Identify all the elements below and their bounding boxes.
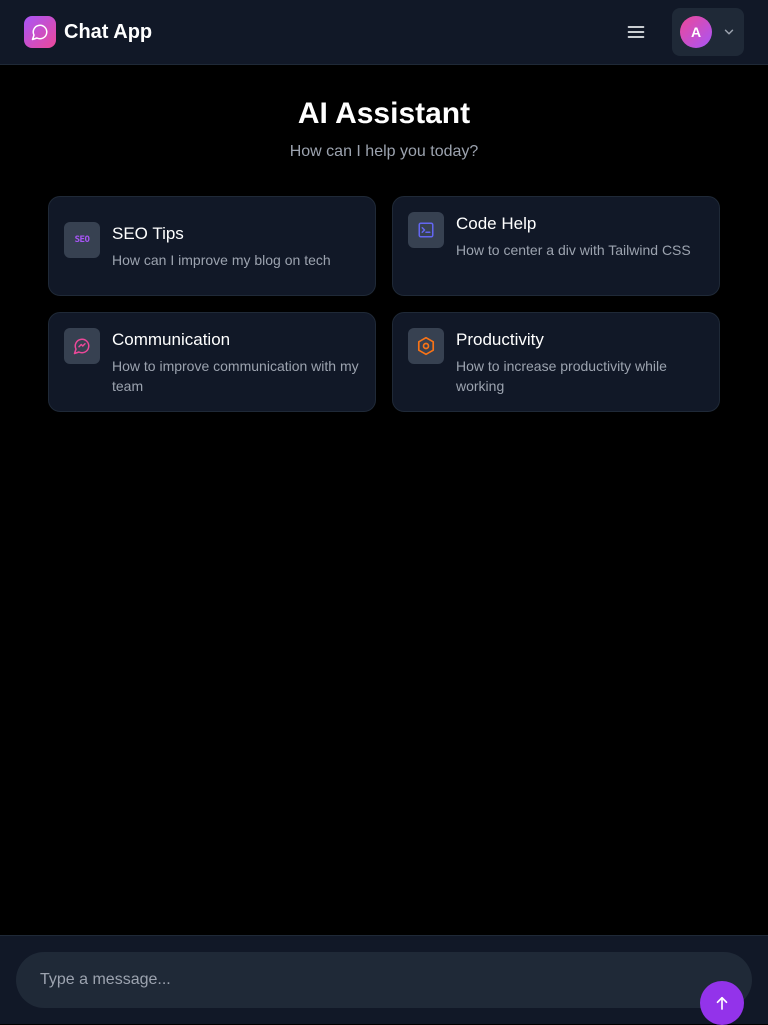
terminal-icon bbox=[408, 212, 444, 248]
app-title: Chat App bbox=[64, 20, 153, 43]
card-title: Communication bbox=[112, 330, 231, 349]
chevron-down-icon bbox=[722, 25, 736, 39]
card-description: How to increase productivity while worki… bbox=[456, 358, 667, 394]
arrow-up-icon bbox=[716, 996, 728, 1010]
send-button[interactable] bbox=[700, 981, 744, 1025]
message-icon bbox=[64, 328, 100, 364]
chat-bubble-icon bbox=[24, 16, 56, 48]
suggestion-card-code[interactable]: Code Help How to center a div with Tailw… bbox=[392, 196, 720, 296]
card-title: SEO Tips bbox=[112, 224, 184, 243]
page-title: AI Assistant bbox=[297, 97, 471, 130]
card-description: How can I improve my blog on tech bbox=[112, 252, 331, 268]
suggestion-card-communication[interactable]: Communication How to improve communicati… bbox=[48, 312, 376, 412]
hamburger-icon bbox=[627, 26, 645, 38]
seo-icon-label: SEO bbox=[74, 235, 90, 245]
seo-icon: SEO bbox=[64, 222, 100, 258]
top-bar: Chat App A bbox=[0, 0, 768, 65]
message-input[interactable] bbox=[16, 952, 752, 1008]
card-title: Code Help bbox=[456, 214, 537, 233]
suggestion-card-seo[interactable]: SEO SEO Tips How can I improve my blog o… bbox=[48, 196, 376, 296]
message-composer bbox=[0, 935, 768, 1025]
hexagon-icon bbox=[408, 328, 444, 364]
card-title: Productivity bbox=[456, 330, 544, 349]
suggestion-card-productivity[interactable]: Productivity How to increase productivit… bbox=[392, 312, 720, 412]
brand[interactable]: Chat App bbox=[24, 16, 152, 48]
card-description: How to center a div with Tailwind CSS bbox=[456, 242, 691, 258]
menu-button[interactable] bbox=[620, 16, 652, 48]
card-description: How to improve communication with my tea… bbox=[112, 358, 359, 394]
user-menu-button[interactable]: A bbox=[672, 8, 744, 56]
page-subtitle: How can I help you today? bbox=[289, 143, 479, 160]
avatar: A bbox=[680, 16, 712, 48]
